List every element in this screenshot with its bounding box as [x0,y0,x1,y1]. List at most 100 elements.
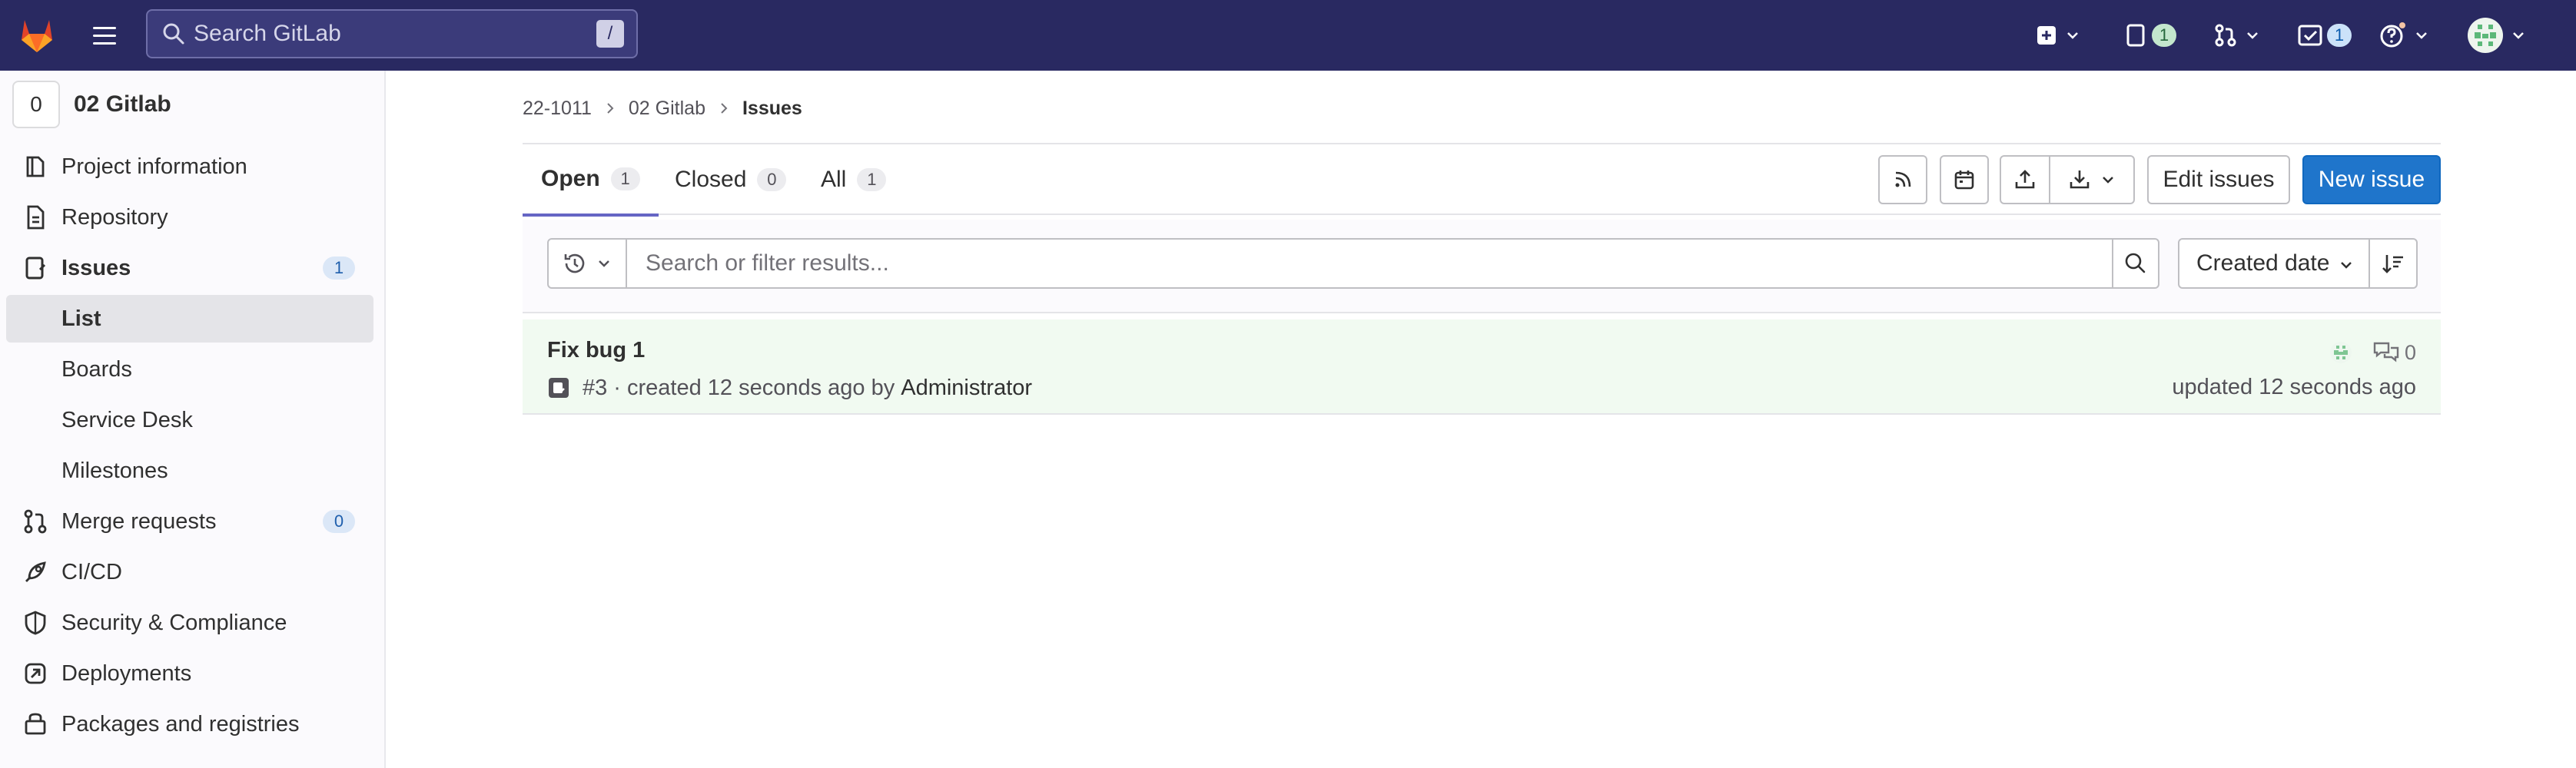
comments-count: 0 [2404,340,2416,364]
project-sidebar: 0 02 Gitlab Project information Reposito… [0,71,386,768]
user-menu-dropdown[interactable] [2467,17,2527,54]
tab-count: 1 [857,168,887,191]
chevron-down-icon [2247,32,2258,39]
issue-reference: #3 [583,375,608,400]
tab-label: All [821,167,847,192]
breadcrumb-group-link[interactable]: 22-1011 [523,98,592,120]
export-issues-dropdown[interactable] [2049,155,2135,204]
gitlab-logo-icon[interactable] [15,14,58,57]
menu-hamburger-icon[interactable] [89,20,120,51]
history-icon [564,253,585,273]
sidebar-item-label: CI/CD [61,559,122,584]
issues-count-badge: 1 [323,257,355,280]
sidebar-item-label: Repository [61,204,168,230]
issue-author-link[interactable]: Administrator [901,376,1032,401]
package-icon [25,713,46,735]
recent-searches-dropdown[interactable] [547,238,627,289]
edit-issues-button[interactable]: Edit issues [2147,155,2290,204]
download-icon [2070,170,2090,189]
tab-open[interactable]: Open 1 [523,144,659,217]
calendar-icon [1954,170,1974,190]
help-dropdown[interactable] [2379,17,2430,54]
project-icon [26,156,45,177]
chevron-right-icon [721,103,728,114]
chevron-down-icon [2103,177,2113,184]
sidebar-item-merge-requests[interactable]: Merge requests 0 [6,498,373,545]
rss-icon [1895,171,1911,187]
filter-submit-button[interactable] [2112,238,2159,289]
sidebar-item-project-information[interactable]: Project information [6,143,373,190]
filter-search-input[interactable]: Search or filter results... [626,238,2113,289]
search-icon [2125,253,2146,273]
issue-list-item[interactable]: Fix bug 1 #3 · created 12 seconds ago by… [523,319,2441,415]
rss-feed-button[interactable] [1878,155,1927,204]
doc-icon [27,205,45,230]
sidebar-item-label: Security & Compliance [61,610,287,635]
sidebar-item-label: List [61,306,101,331]
issue-type-icon [549,378,569,398]
chevron-down-icon [599,260,609,267]
todos-count-badge: 1 [2327,24,2352,47]
sidebar-item-label: Issues [61,255,131,280]
comments-icon[interactable] [2372,340,2400,365]
sidebar-item-label: Project information [61,154,247,179]
create-new-dropdown[interactable] [2035,17,2081,54]
sidebar-item-ci-cd[interactable]: CI/CD [6,548,373,596]
tab-label: Closed [675,167,747,192]
project-header[interactable]: 0 02 Gitlab [12,81,171,128]
sidebar-item-issues[interactable]: Issues 1 [6,244,373,292]
new-issue-button[interactable]: New issue [2302,155,2441,204]
sidebar-item-label: Service Desk [61,407,193,432]
sidebar-item-boards[interactable]: Boards [6,346,373,393]
sidebar-item-service-desk[interactable]: Service Desk [6,396,373,444]
plus-square-icon [2037,26,2056,45]
sort-direction-button[interactable] [2369,238,2418,289]
tab-closed[interactable]: Closed 0 [656,144,805,215]
sort-lowest-icon [2382,255,2403,273]
issue-updated-time: updated 12 seconds ago [2172,375,2416,399]
project-avatar: 0 [12,81,60,128]
issue-title-link[interactable]: Fix bug 1 [547,338,645,363]
sidebar-item-list[interactable]: List [6,295,373,343]
filter-bar: Search or filter results... Created date [523,220,2441,313]
sidebar-item-milestones[interactable]: Milestones [6,447,373,495]
sidebar-item-deployments[interactable]: Deployments [6,650,373,697]
chevron-down-icon [2513,32,2524,39]
sort-label: Created date [2196,250,2330,276]
issues-icon [2126,24,2145,47]
import-issues-button[interactable] [2000,155,2050,204]
sidebar-item-security-compliance[interactable]: Security & Compliance [6,599,373,647]
tab-count: 0 [757,168,787,191]
merge-requests-dropdown[interactable] [2213,17,2261,54]
tab-count: 1 [610,167,640,190]
search-icon [163,23,184,45]
search-shortcut-key: / [596,20,624,48]
global-search-input[interactable]: Search GitLab / [146,9,638,58]
shield-icon [25,611,46,635]
sort-by-dropdown[interactable]: Created date [2178,238,2370,289]
tab-all[interactable]: All 1 [802,144,905,215]
todos-nav-button[interactable]: 1 [2298,17,2352,54]
top-navbar: Search GitLab / 1 1 [0,0,2576,71]
issues-icon [25,257,46,280]
calendar-feed-button[interactable] [1940,155,1989,204]
upload-icon [2015,170,2035,189]
issues-nav-button[interactable]: 1 [2126,17,2176,54]
tab-label: Open [541,166,600,191]
deployments-icon [25,663,46,684]
breadcrumb-project-link[interactable]: 02 Gitlab [629,98,705,120]
sidebar-item-packages-registries[interactable]: Packages and registries [6,700,373,748]
assignee-avatar[interactable] [2328,339,2354,366]
chevron-down-icon [2341,262,2352,269]
issue-meta: #3 · created 12 seconds ago by Administr… [547,375,1032,401]
help-icon [2380,22,2405,48]
sidebar-item-label: Boards [61,356,132,382]
sidebar-item-label: Packages and registries [61,711,300,737]
search-placeholder: Search GitLab [194,21,341,46]
rocket-icon [25,561,46,582]
sidebar-item-label: Deployments [61,660,192,686]
sidebar-item-repository[interactable]: Repository [6,194,373,241]
breadcrumb-current[interactable]: Issues [742,98,802,120]
breadcrumb: 22-1011 02 Gitlab Issues [523,95,802,121]
project-name: 02 Gitlab [74,91,171,117]
